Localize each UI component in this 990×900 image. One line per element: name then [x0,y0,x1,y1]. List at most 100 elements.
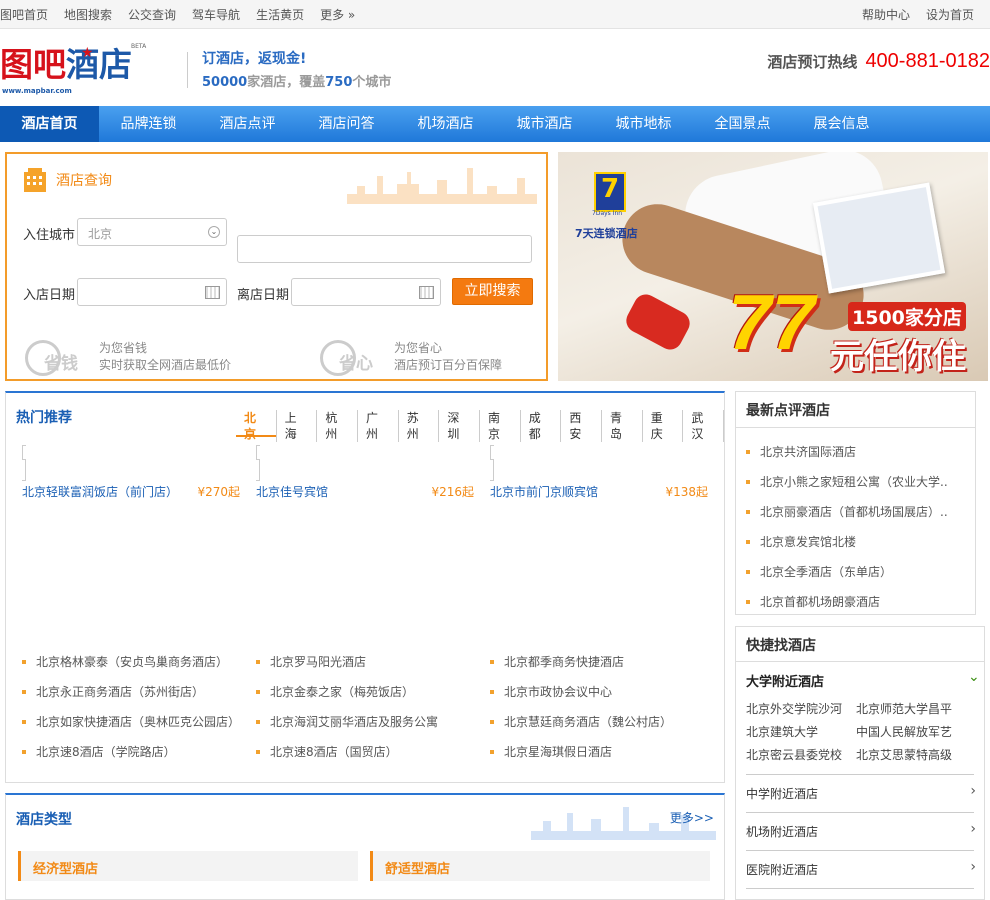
list-item[interactable]: 北京共济国际酒店 [746,437,966,467]
types-more-link[interactable]: 更多>> [670,809,714,826]
hotel-card-name[interactable]: 北京佳号宾馆 [256,483,328,500]
university-section-title[interactable]: 大学附近酒店 [746,671,824,690]
list-item[interactable]: 北京海润艾丽华酒店及服务公寓 [256,707,486,737]
chevron-down-icon[interactable]: ⌄ [968,669,980,685]
nav-exhibitions[interactable]: 展会信息 [792,106,891,142]
tab-label: 经济型酒店 [33,862,99,877]
list-item[interactable]: 北京慧廷商务酒店（魏公村店） [490,707,720,737]
list-item[interactable]: 北京都季商务快捷酒店 [490,647,720,677]
perk1-text: 为您省钱 实时获取全网酒店最低价 [99,340,231,374]
university-link[interactable]: 北京师范大学昌平 [856,698,966,721]
quick-row-middle-school[interactable]: 中学附近酒店 › [746,783,976,802]
top-right-links: 帮助中心 设为首页 [862,6,974,23]
nav-hotel-qa[interactable]: 酒店问答 [297,106,396,142]
city-tab-wuhan[interactable]: 武汉 [683,410,725,442]
city-select[interactable]: 北京 ⌄ [77,218,227,246]
logo-url: www.mapbar.com [2,87,72,95]
site-header: 图吧酒店 ★ BETA www.mapbar.com 订酒店，返现金! 5000… [0,30,990,106]
list-item[interactable]: 北京首都机场朗豪酒店 [746,587,966,617]
city-tab-guangzhou[interactable]: 广州 [358,410,399,442]
perk2-line1: 为您省心 [394,341,443,355]
peace-of-mind-badge-icon: 省心 [320,340,373,376]
hotel-card-price: ¥270起 [197,485,240,499]
nav-hotel-reviews[interactable]: 酒店点评 [198,106,297,142]
types-title: 酒店类型 [16,812,72,828]
list-item[interactable]: 北京速8酒店（国贸店） [256,737,486,767]
list-item[interactable]: 北京小熊之家短租公寓（农业大学.. [746,467,966,497]
quick-row-airport[interactable]: 机场附近酒店 › [746,821,976,840]
list-item[interactable]: 北京全季酒店（东单店） [746,557,966,587]
list-item[interactable]: 北京如家快捷酒店（奥林匹克公园店） [22,707,252,737]
header-slogan: 订酒店，返现金! 50000家酒店，覆盖750个城市 [202,48,391,90]
search-button[interactable]: 立即搜索 [452,278,533,305]
city-tab-shanghai[interactable]: 上海 [277,410,318,442]
nav-hotel-home[interactable]: 酒店首页 [0,106,99,142]
city-tab-chengdu[interactable]: 成都 [521,410,562,442]
list-item[interactable]: 北京金泰之家（梅苑饭店） [256,677,486,707]
brand-name: 7天连锁酒店 [575,227,638,240]
list-item[interactable]: 北京星海琪假日酒店 [490,737,720,767]
quick-row-hospital[interactable]: 医院附近酒店 › [746,859,976,878]
university-link[interactable]: 中国人民解放军艺 [856,721,966,744]
tab-comfort-hotels[interactable]: 舒适型酒店 [370,851,710,881]
hotel-card-image[interactable] [490,445,494,481]
hotel-card-image[interactable] [22,445,26,481]
top-left-links: 图吧首页 地图搜索 公交查询 驾车导航 生活黄页 更多 » [0,6,355,23]
nav-city-landmarks[interactable]: 城市地标 [594,106,693,142]
calendar-icon[interactable] [419,286,434,299]
top-link-more[interactable]: 更多 » [320,6,355,23]
top-link-drive[interactable]: 驾车导航 [192,6,240,23]
university-link[interactable]: 北京密云县委党校 [746,744,856,767]
city-tab-shenzhen[interactable]: 深圳 [439,410,481,442]
list-item[interactable]: 北京永正商务酒店（苏州街店） [22,677,252,707]
nav-airport-hotels[interactable]: 机场酒店 [396,106,495,142]
main-nav: 酒店首页 品牌连锁 酒店点评 酒店问答 机场酒店 城市酒店 城市地标 全国景点 … [0,106,990,142]
list-item[interactable]: 北京市政协会议中心 [490,677,720,707]
nav-scenic-spots[interactable]: 全国景点 [693,106,792,142]
top-link-set-homepage[interactable]: 设为首页 [926,6,974,23]
hotel-card-caption: 北京市前门京顺宾馆 ¥138起 [490,483,708,500]
list-item[interactable]: 北京意发宾馆北楼 [746,527,966,557]
hotel-card: 北京佳号宾馆 ¥216起 [256,445,474,500]
university-grid: 北京外交学院沙河 北京师范大学昌平 北京建筑大学 中国人民解放军艺 北京密云县委… [746,698,976,767]
hotel-card-name[interactable]: 北京轻联富润饭店（前门店） [22,483,178,500]
city-label: 入住城市 [23,228,76,243]
hotel-keyword-input[interactable] [237,235,532,263]
promo-banner-7days[interactable]: 7 7Days Inn 7天连锁酒店 77 1500家分店 元任你住 [558,152,988,381]
calendar-icon[interactable] [205,286,220,299]
hotel-link-list: 北京格林豪泰（安贞鸟巢商务酒店） 北京永正商务酒店（苏州街店） 北京如家快捷酒店… [22,647,252,767]
city-tab-nanjing[interactable]: 南京 [480,410,521,442]
site-logo[interactable]: 图吧酒店 ★ BETA www.mapbar.com [0,43,160,95]
city-tab-qingdao[interactable]: 青岛 [602,410,643,442]
logo-text-red: 图吧 [0,45,66,84]
checkin-date-input[interactable] [77,278,227,306]
top-link-yellowpages[interactable]: 生活黄页 [256,6,304,23]
checkout-date-input[interactable] [291,278,441,306]
top-link-map-search[interactable]: 地图搜索 [64,6,112,23]
university-link[interactable]: 北京建筑大学 [746,721,856,744]
list-item[interactable]: 北京格林豪泰（安贞鸟巢商务酒店） [22,647,252,677]
chevron-right-icon: › [970,821,976,837]
city-tab-hangzhou[interactable]: 杭州 [317,410,359,442]
top-link-bus[interactable]: 公交查询 [128,6,176,23]
nav-city-hotels[interactable]: 城市酒店 [495,106,594,142]
city-tab-xian[interactable]: 西安 [561,410,603,442]
hotel-card-name[interactable]: 北京市前门京顺宾馆 [490,483,598,500]
city-tab-suzhou[interactable]: 苏州 [399,410,440,442]
city-tab-beijing[interactable]: 北京 [236,410,277,442]
university-link[interactable]: 北京艾思蒙特高级 [856,744,966,767]
top-link-help[interactable]: 帮助中心 [862,6,910,23]
list-item[interactable]: 北京丽豪酒店（首都机场国展店）.. [746,497,966,527]
university-link[interactable]: 北京外交学院沙河 [746,698,856,721]
city-tab-chongqing[interactable]: 重庆 [643,410,684,442]
hotel-card-image[interactable] [256,445,260,481]
quick-separator [746,850,974,851]
list-item[interactable]: 北京罗马阳光酒店 [256,647,486,677]
top-link-home[interactable]: 图吧首页 [0,6,48,23]
nav-brand-chains[interactable]: 品牌连锁 [99,106,198,142]
tab-economy-hotels[interactable]: 经济型酒店 [18,851,358,881]
list-item[interactable]: 北京速8酒店（学院路店） [22,737,252,767]
logo-wordmark: 图吧酒店 [0,43,132,87]
hotel-link-list: 北京罗马阳光酒店 北京金泰之家（梅苑饭店） 北京海润艾丽华酒店及服务公寓 北京速… [256,647,486,767]
slogan-city-count: 750 [325,75,353,90]
